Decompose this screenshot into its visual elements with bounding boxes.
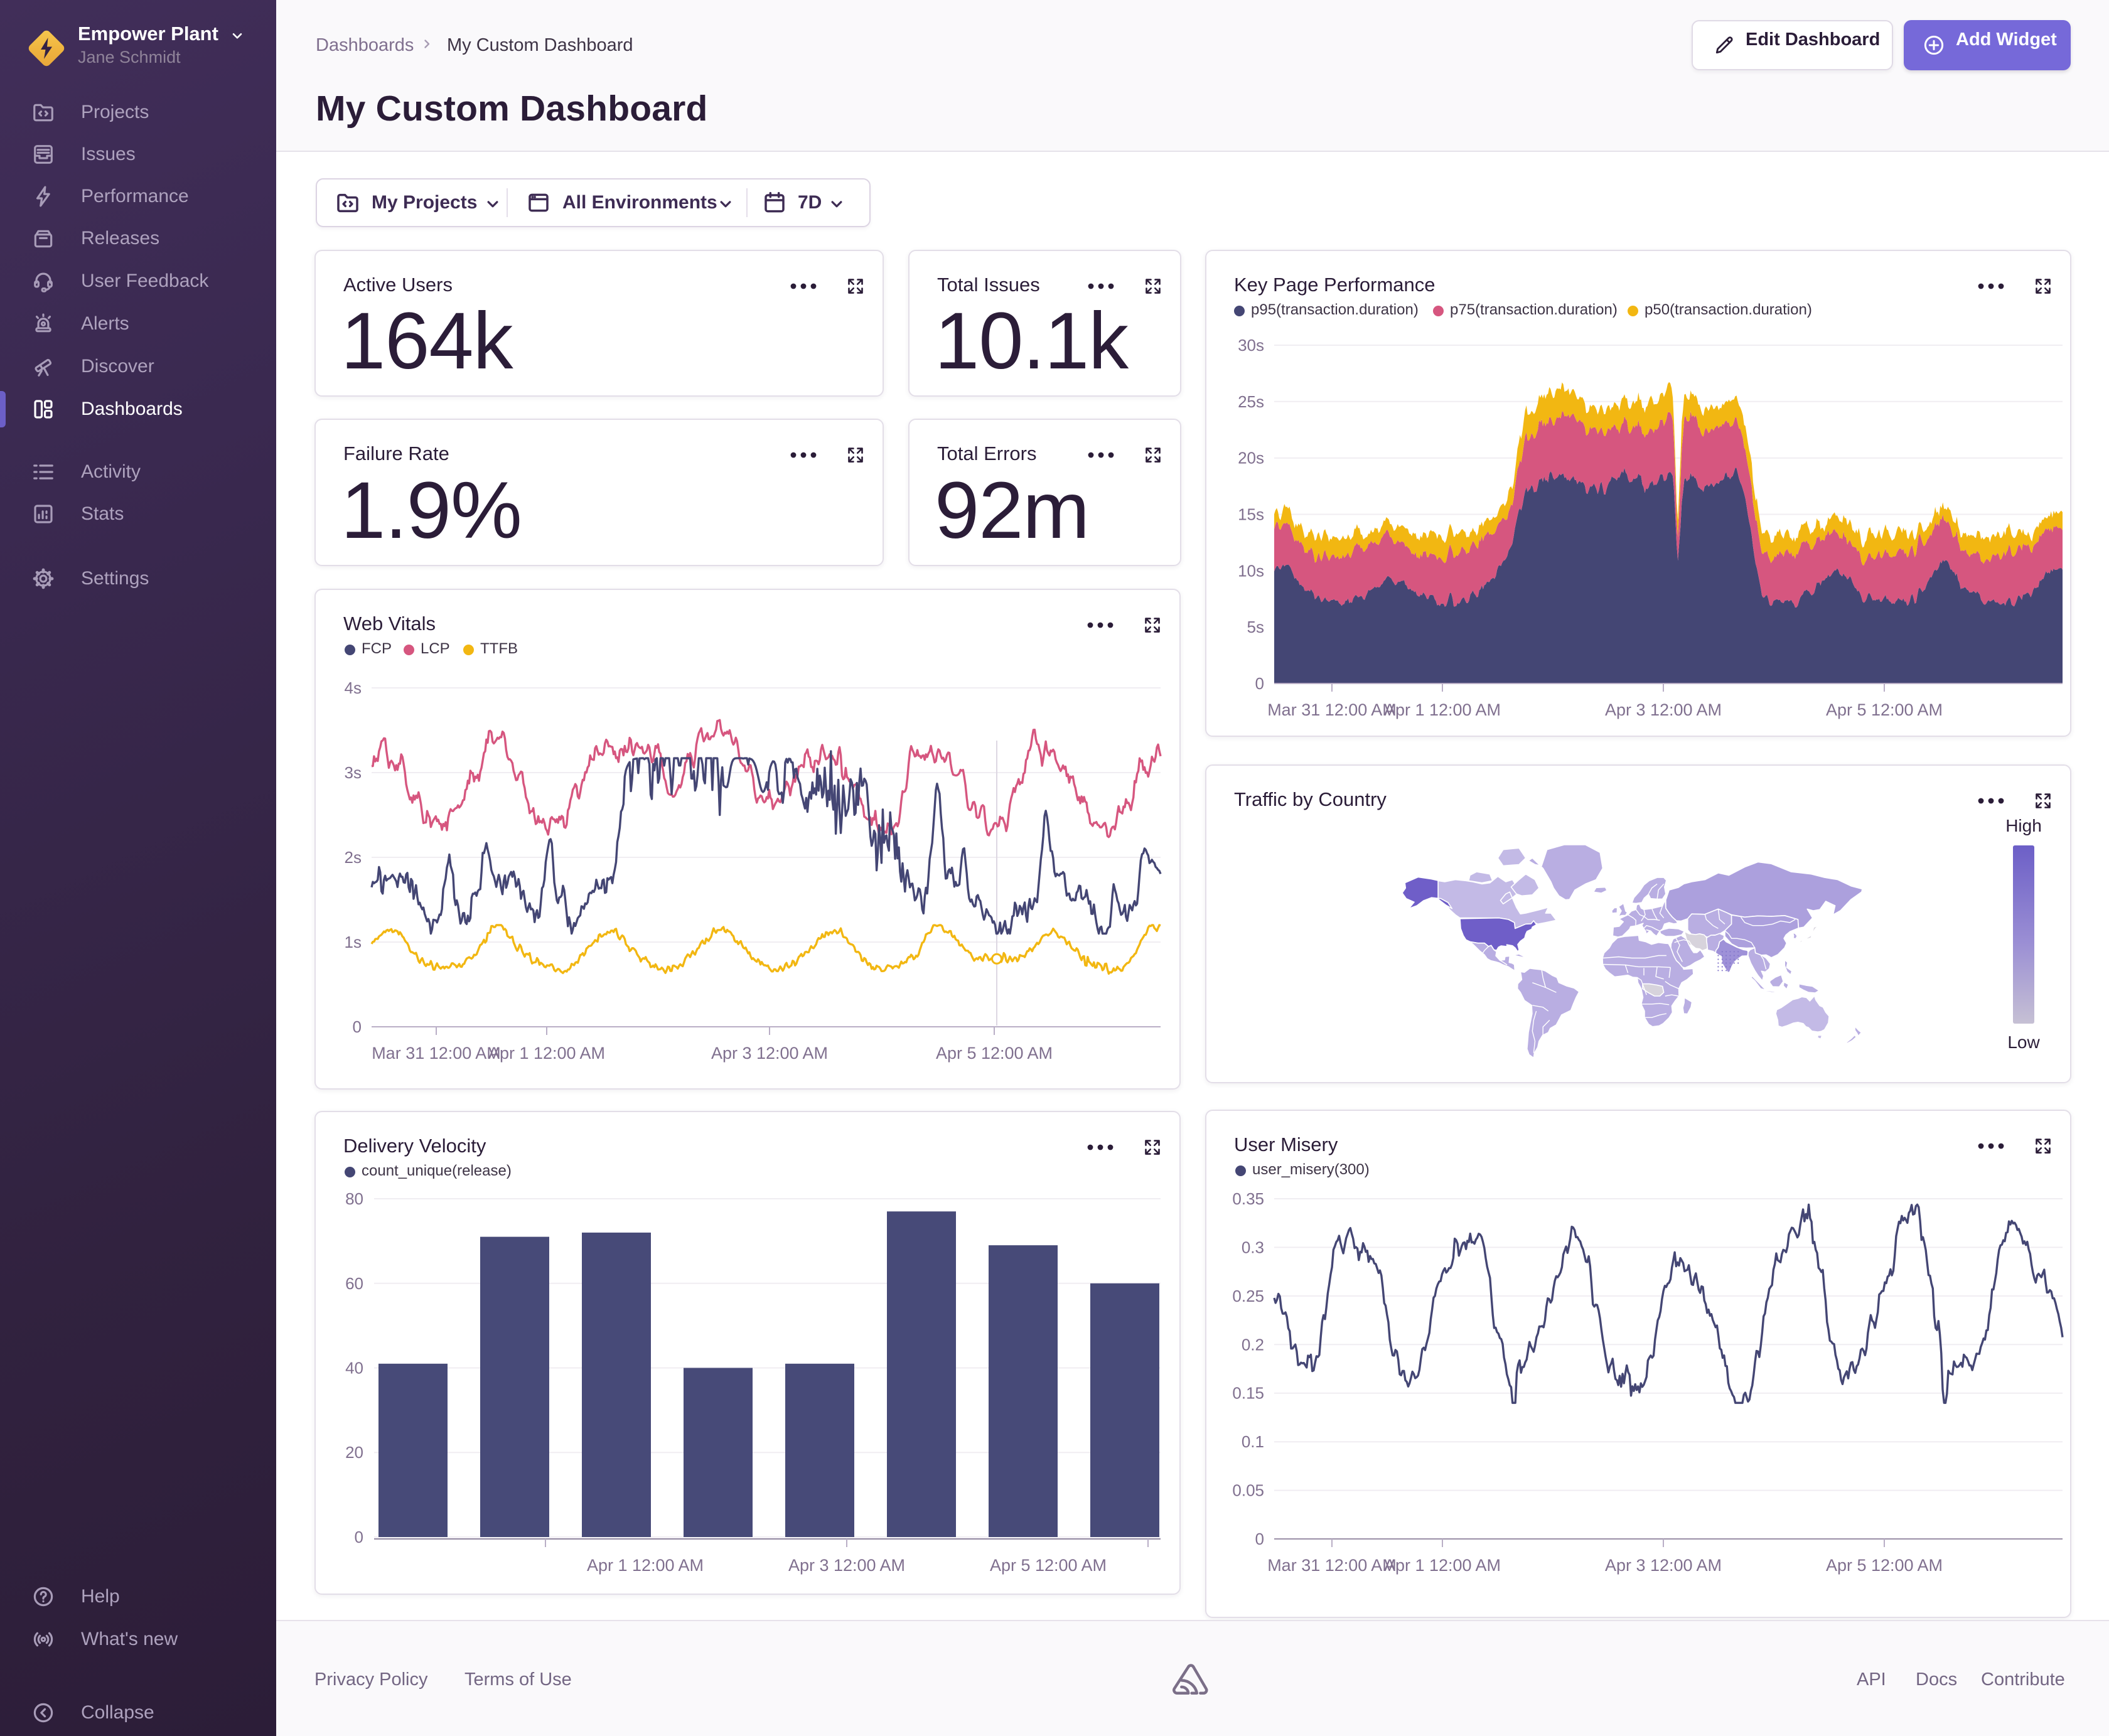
svg-text:Mar 31 12:00 AM: Mar 31 12:00 AM [1267, 1556, 1397, 1575]
svg-text:3s: 3s [345, 763, 362, 782]
svg-text:1s: 1s [345, 933, 362, 951]
svg-text:Apr 3 12:00 AM: Apr 3 12:00 AM [711, 1044, 828, 1063]
svg-text:0: 0 [355, 1528, 363, 1546]
svg-text:60: 60 [345, 1274, 363, 1293]
svg-text:20s: 20s [1238, 449, 1264, 468]
svg-text:15s: 15s [1238, 505, 1264, 524]
svg-text:Apr 5 12:00 AM: Apr 5 12:00 AM [1826, 700, 1943, 719]
svg-text:Apr 5 12:00 AM: Apr 5 12:00 AM [990, 1556, 1107, 1575]
svg-text:Apr 1 12:00 AM: Apr 1 12:00 AM [488, 1044, 605, 1063]
svg-text:25s: 25s [1238, 392, 1264, 411]
svg-text:Apr 3 12:00 AM: Apr 3 12:00 AM [1605, 700, 1722, 719]
svg-text:10s: 10s [1238, 561, 1264, 580]
svg-text:0.15: 0.15 [1232, 1384, 1264, 1403]
svg-text:40: 40 [345, 1359, 363, 1378]
svg-text:Apr 1 12:00 AM: Apr 1 12:00 AM [1384, 700, 1501, 719]
svg-text:Apr 5 12:00 AM: Apr 5 12:00 AM [936, 1044, 1053, 1063]
svg-text:Apr 1 12:00 AM: Apr 1 12:00 AM [1384, 1556, 1501, 1575]
svg-text:0.3: 0.3 [1242, 1238, 1264, 1256]
svg-text:Mar 31 12:00 AM: Mar 31 12:00 AM [1267, 700, 1397, 719]
svg-text:2s: 2s [345, 848, 362, 867]
svg-text:5s: 5s [1247, 618, 1264, 636]
svg-text:0: 0 [353, 1017, 362, 1036]
svg-text:High: High [2005, 816, 2042, 835]
svg-text:Apr 3 12:00 AM: Apr 3 12:00 AM [1605, 1556, 1722, 1575]
svg-text:0.35: 0.35 [1232, 1189, 1264, 1208]
svg-text:80: 80 [345, 1189, 363, 1208]
svg-text:0.1: 0.1 [1242, 1432, 1264, 1451]
svg-text:0: 0 [1255, 674, 1264, 693]
svg-text:4s: 4s [345, 678, 362, 697]
svg-text:Apr 5 12:00 AM: Apr 5 12:00 AM [1826, 1556, 1943, 1575]
svg-text:Low: Low [2007, 1032, 2040, 1052]
svg-text:0.2: 0.2 [1242, 1335, 1264, 1354]
svg-text:Apr 1 12:00 AM: Apr 1 12:00 AM [587, 1556, 704, 1575]
svg-text:20: 20 [345, 1443, 363, 1462]
svg-text:0.05: 0.05 [1232, 1481, 1264, 1500]
svg-text:0.25: 0.25 [1232, 1287, 1264, 1305]
svg-text:Apr 3 12:00 AM: Apr 3 12:00 AM [788, 1556, 905, 1575]
svg-text:0: 0 [1255, 1530, 1264, 1548]
svg-text:30s: 30s [1238, 336, 1264, 355]
svg-text:Mar 31 12:00 AM: Mar 31 12:00 AM [372, 1044, 501, 1063]
